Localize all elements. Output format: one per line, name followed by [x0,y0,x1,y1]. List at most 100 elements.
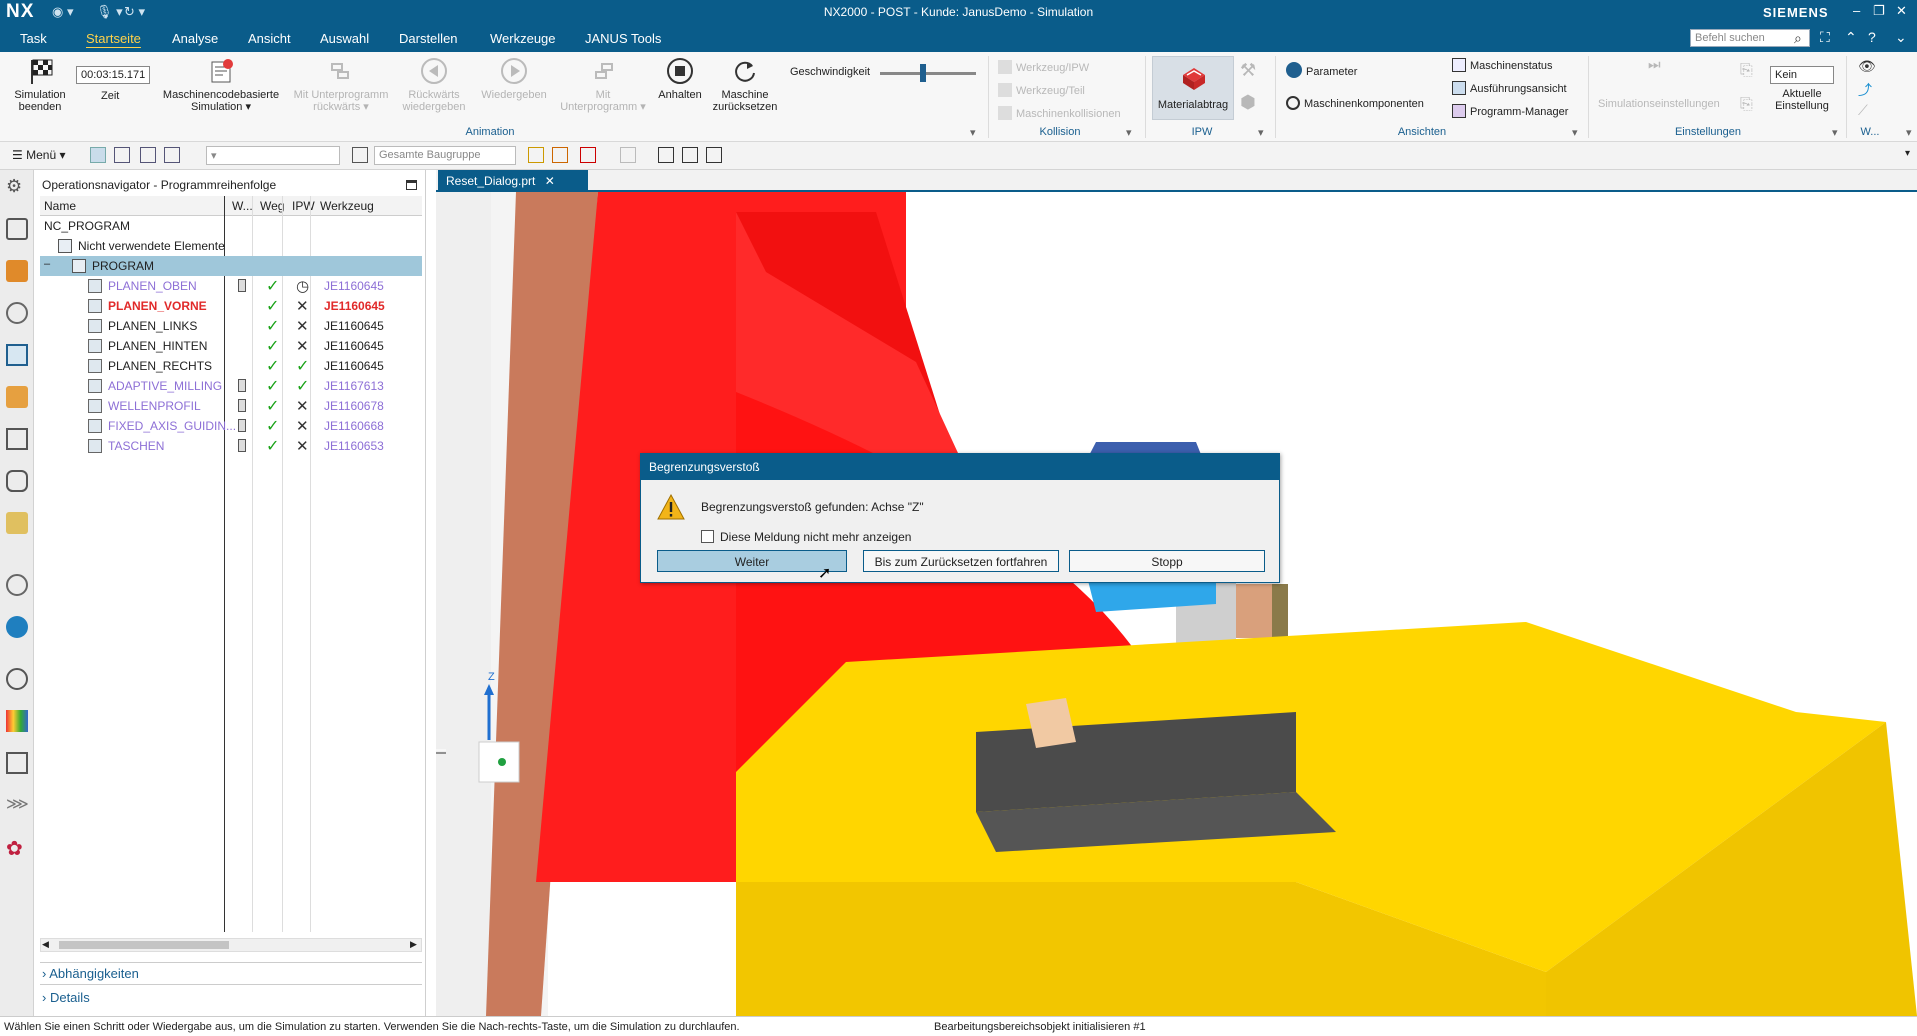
column-w[interactable]: W... [232,199,253,213]
maximize-icon[interactable] [406,180,417,190]
animation-more-icon[interactable]: ▾ [970,126,976,139]
tool-library-icon[interactable] [6,512,28,534]
machine-status-button[interactable]: Maschinenstatus [1452,58,1553,72]
tab-janus-tools[interactable]: JANUS Tools [585,31,661,46]
subprogram-forward-button[interactable]: Mit Unterprogramm ▾ [556,56,650,113]
horizontal-scrollbar[interactable] [40,938,422,952]
subprogram-backward-button[interactable]: Mit Unterprogramm rückwärts ▾ [288,56,394,113]
snap-disabled-icon[interactable] [620,147,636,163]
dont-show-again-checkbox[interactable] [701,530,714,543]
assembly-scope-dropdown[interactable]: Gesamte Baugruppe [374,146,516,165]
tab-task[interactable]: Task [20,31,47,46]
ipw-tool-icon[interactable]: ⚒ [1240,60,1256,81]
operation-row[interactable]: PLANEN_VORNE ✓ ✕ JE1160645 [40,296,422,316]
parameter-button[interactable]: Parameter [1286,62,1357,78]
settings-more-icon[interactable]: ▾ [1832,126,1838,139]
history-icon[interactable] [6,668,28,690]
snap-mid-icon[interactable] [580,147,596,163]
operation-row[interactable]: PLANEN_RECHTS ✓ ✓ JE1160645 [40,356,422,376]
operation-row[interactable]: WELLENPROFIL ✓ ✕ JE1160678 [40,396,422,416]
column-path[interactable]: Weg [260,199,284,213]
scroll-right-icon[interactable]: ▶ [410,939,417,950]
tools-icon[interactable] [6,752,28,774]
program-manager-button[interactable]: Programm-Manager [1452,104,1568,118]
dependencies-expander[interactable]: › Abhängigkeiten [42,966,139,981]
ipw-compare-icon[interactable]: ⬢ [1240,92,1256,113]
minimize-icon[interactable]: – [1853,3,1860,18]
type-filter-dropdown[interactable]: ▾ [206,146,340,165]
tab-ansicht[interactable]: Ansicht [248,31,291,46]
settings-file2-icon[interactable]: ⎘ [1740,96,1753,114]
machine-collisions-toggle[interactable]: Maschinenkollisionen [998,106,1121,120]
tab-werkzeuge[interactable]: Werkzeuge [490,31,556,46]
scrollbar-thumb[interactable] [59,941,229,949]
simulation-end-button[interactable]: Simulation beenden [8,56,72,113]
info-icon[interactable] [6,574,28,596]
tree-row-unused[interactable]: Nicht verwendete Elemente [40,236,422,256]
gear-icon[interactable]: ⚙ [6,176,28,198]
material-removal-button[interactable]: Materialabtrag [1152,56,1234,120]
flower-icon[interactable]: ✿ [6,836,28,860]
help-icon[interactable]: ? [1868,29,1876,45]
column-ipw[interactable]: IPW [292,199,315,213]
time-field[interactable]: 00:03:15.171 [76,66,150,84]
settings-file-icon[interactable]: ⎘ [1740,62,1753,80]
operation-row[interactable]: ADAPTIVE_MILLING ✓ ✓ JE1167613 [40,376,422,396]
fast-forward-icon[interactable]: ⋙ [6,794,29,816]
speed-slider[interactable] [880,72,976,75]
line-icon[interactable]: ⟋ [1858,102,1868,119]
close-tab-icon[interactable]: ✕ [545,174,555,188]
select-filter-icon[interactable] [90,147,106,163]
operation-row[interactable]: PLANEN_HINTEN ✓ ✕ JE1160645 [40,336,422,356]
close-icon[interactable]: ✕ [1896,3,1907,19]
machine-code-simulation-button[interactable]: Maschinencodebasierte Simulation ▾ [158,56,284,113]
details-expander[interactable]: › Details [42,990,90,1005]
reuse-library-icon[interactable] [6,428,28,450]
part-navigator-icon[interactable] [6,302,28,324]
collision-more-icon[interactable]: ▾ [1126,126,1132,139]
operation-row[interactable]: FIXED_AXIS_GUIDIN... ✓ ✕ JE1160668 [40,416,422,436]
tab-startseite[interactable]: Startseite [86,31,141,46]
tab-darstellen[interactable]: Darstellen [399,31,458,46]
select-body-icon[interactable] [140,147,156,163]
tree-row-program[interactable]: – PROGRAM [40,256,422,276]
machine-components-button[interactable]: Maschinenkomponenten [1286,96,1424,110]
roles-icon[interactable] [6,710,28,732]
continue-until-reset-button[interactable]: Bis zum Zurücksetzen fortfahren [863,550,1059,572]
curve-icon[interactable]: ⤴ [1858,80,1872,100]
setting-select[interactable]: Kein [1770,66,1834,84]
tab-reset-dialog[interactable]: Reset_Dialog.prt ✕ [438,170,588,192]
scroll-left-icon[interactable]: ◀ [42,939,49,950]
fullscreen-icon[interactable]: ⛶ [1820,29,1830,46]
tree-row-root[interactable]: NC_PROGRAM [40,216,422,236]
toolbar-overflow-icon[interactable]: ▾ [1905,148,1910,159]
collapse-ribbon-icon[interactable]: ⌃ [1845,29,1857,46]
stop-button[interactable]: Stopp [1069,550,1265,572]
search-icon[interactable]: ⌕ [1794,30,1802,47]
machine-tool-navigator-icon[interactable] [6,260,28,282]
assembly-navigator-icon[interactable] [6,218,28,240]
ribbon-more-icon[interactable]: ▾ [1906,126,1912,139]
command-search-input[interactable]: Befehl suchen [1690,29,1810,47]
operation-row[interactable]: TASCHEN ✓ ✕ JE1160653 [40,436,422,456]
play-button[interactable]: Wiedergeben [474,56,554,101]
tab-analyse[interactable]: Analyse [172,31,218,46]
tab-auswahl[interactable]: Auswahl [320,31,369,46]
simulation-viewport[interactable]: Z X [436,192,1917,1016]
operation-row[interactable]: PLANEN_OBEN ✓ ◷ JE1160645 [40,276,422,296]
menu-button[interactable]: ☰ Menü ▾ [12,148,65,162]
cut-library-icon[interactable] [6,470,28,492]
select-group-icon[interactable] [164,147,180,163]
snap-point-icon[interactable] [528,147,544,163]
ipw-more-icon[interactable]: ▾ [1258,126,1264,139]
settings-step-icon[interactable]: ⏭ [1648,56,1661,73]
stop-simulation-button[interactable]: Anhalten [652,56,708,101]
collapse-icon[interactable]: – [44,258,50,270]
reset-machine-button[interactable]: Maschine zurücksetzen [708,56,782,113]
column-tool[interactable]: Werkzeug [320,199,374,213]
restore-icon[interactable]: ❐ [1873,3,1885,19]
collision-tool-part-toggle[interactable]: Werkzeug/Teil [998,83,1085,97]
operation-navigator-icon[interactable] [6,344,28,366]
machining-feature-icon[interactable] [6,386,28,408]
execution-view-button[interactable]: Ausführungsansicht [1452,81,1567,95]
